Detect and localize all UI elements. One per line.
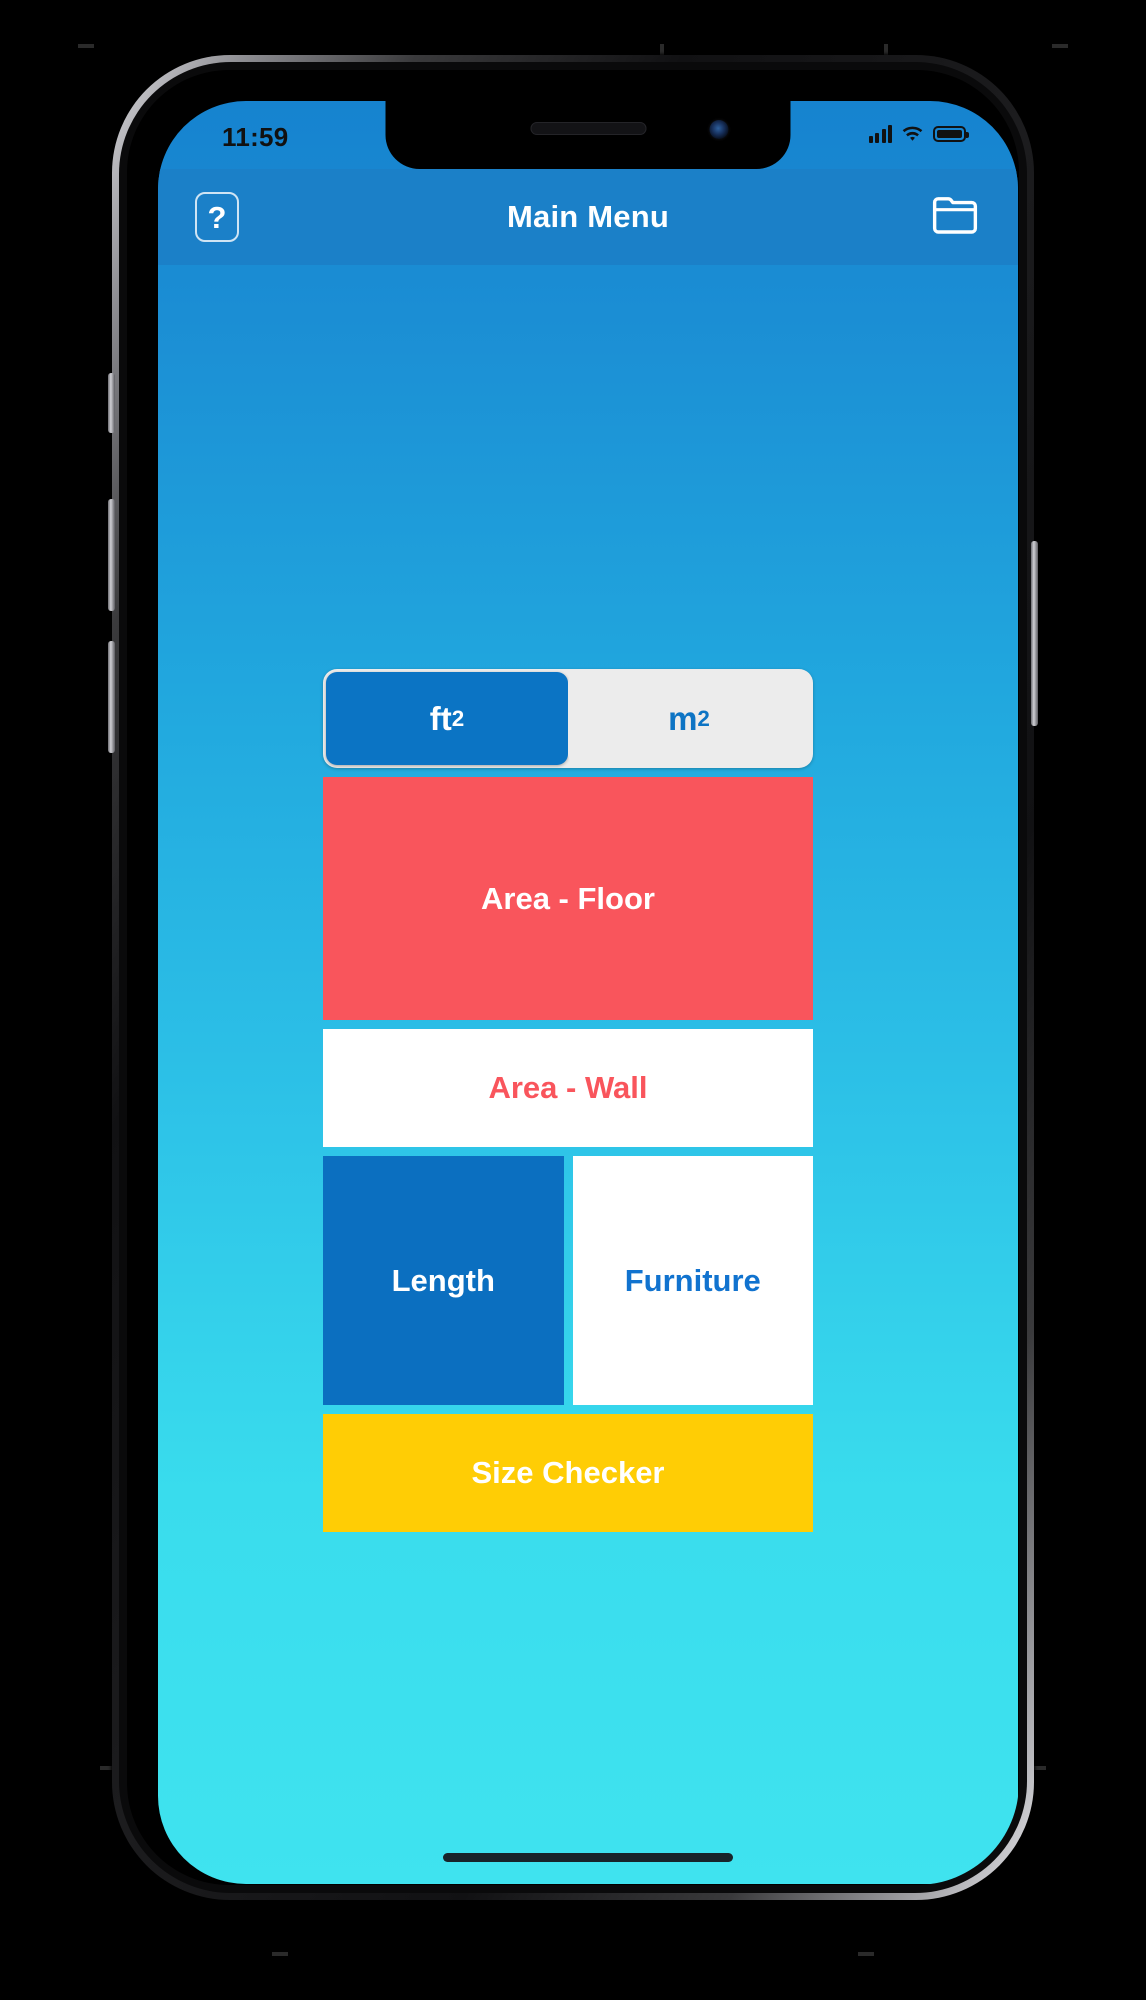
registration-mark-tr (1052, 44, 1068, 48)
menu-tile-area-floor[interactable]: Area - Floor (323, 777, 813, 1020)
earpiece-speaker-icon (530, 122, 646, 135)
wifi-icon (901, 126, 924, 143)
menu-tile-area-floor-label: Area - Floor (481, 880, 655, 916)
power-button[interactable] (1031, 541, 1038, 726)
menu-tile-furniture-label: Furniture (624, 1262, 761, 1298)
menu-tile-area-wall[interactable]: Area - Wall (323, 1029, 813, 1147)
unit-option-sqm[interactable]: m2 (568, 672, 810, 765)
registration-mark-br (858, 1952, 874, 1956)
cellular-signal-icon (868, 125, 892, 143)
battery-icon (933, 126, 969, 142)
tile-gap (323, 1405, 813, 1414)
volume-down-button[interactable] (108, 641, 115, 753)
status-bar-indicators (868, 125, 969, 143)
device-notch (385, 101, 791, 169)
home-indicator[interactable] (443, 1853, 733, 1862)
unit-option-sqft-label: ft (429, 699, 452, 737)
menu-tile-length[interactable]: Length (323, 1156, 564, 1405)
volume-up-button[interactable] (108, 499, 115, 611)
menu-tile-furniture[interactable]: Furniture (572, 1156, 813, 1405)
unit-toggle[interactable]: ft 2 m2 (323, 669, 813, 768)
page-title: Main Menu (507, 199, 669, 234)
tile-gap (323, 1020, 813, 1029)
tile-gap (323, 1147, 813, 1156)
phone-screen: 11:59 ? Main Menu ft 2 m 2 Area - Floor … (158, 101, 1018, 1884)
phone-device: 11:59 ? Main Menu ft 2 m 2 Area - Floor … (108, 55, 1038, 1900)
menu-tile-row: Length Furniture (323, 1156, 813, 1405)
status-bar-clock: 11:59 (222, 122, 289, 152)
front-camera-icon (709, 120, 729, 139)
unit-option-sqm-label: m (668, 699, 698, 737)
folder-button[interactable] (928, 194, 982, 240)
navigation-bar: ? Main Menu (158, 169, 1018, 265)
menu-tile-length-label: Length (391, 1262, 495, 1298)
silent-switch[interactable] (108, 373, 115, 433)
unit-option-sqft[interactable]: ft 2 (326, 672, 568, 765)
menu-tile-size-checker-label: Size Checker (471, 1455, 665, 1490)
main-menu: ft 2 m2 Area - Floor Area - Wall Length … (323, 669, 813, 1532)
registration-mark-bl (272, 1952, 288, 1956)
main-content: ft 2 m2 Area - Floor Area - Wall Length … (158, 265, 1018, 1884)
menu-tile-size-checker[interactable]: Size Checker (323, 1414, 813, 1532)
folder-icon (930, 193, 980, 241)
menu-tile-area-wall-label: Area - Wall (488, 1070, 648, 1105)
phone-bezel: 11:59 ? Main Menu ft 2 m 2 Area - Floor … (127, 70, 1019, 1885)
registration-mark-tl (78, 44, 94, 48)
